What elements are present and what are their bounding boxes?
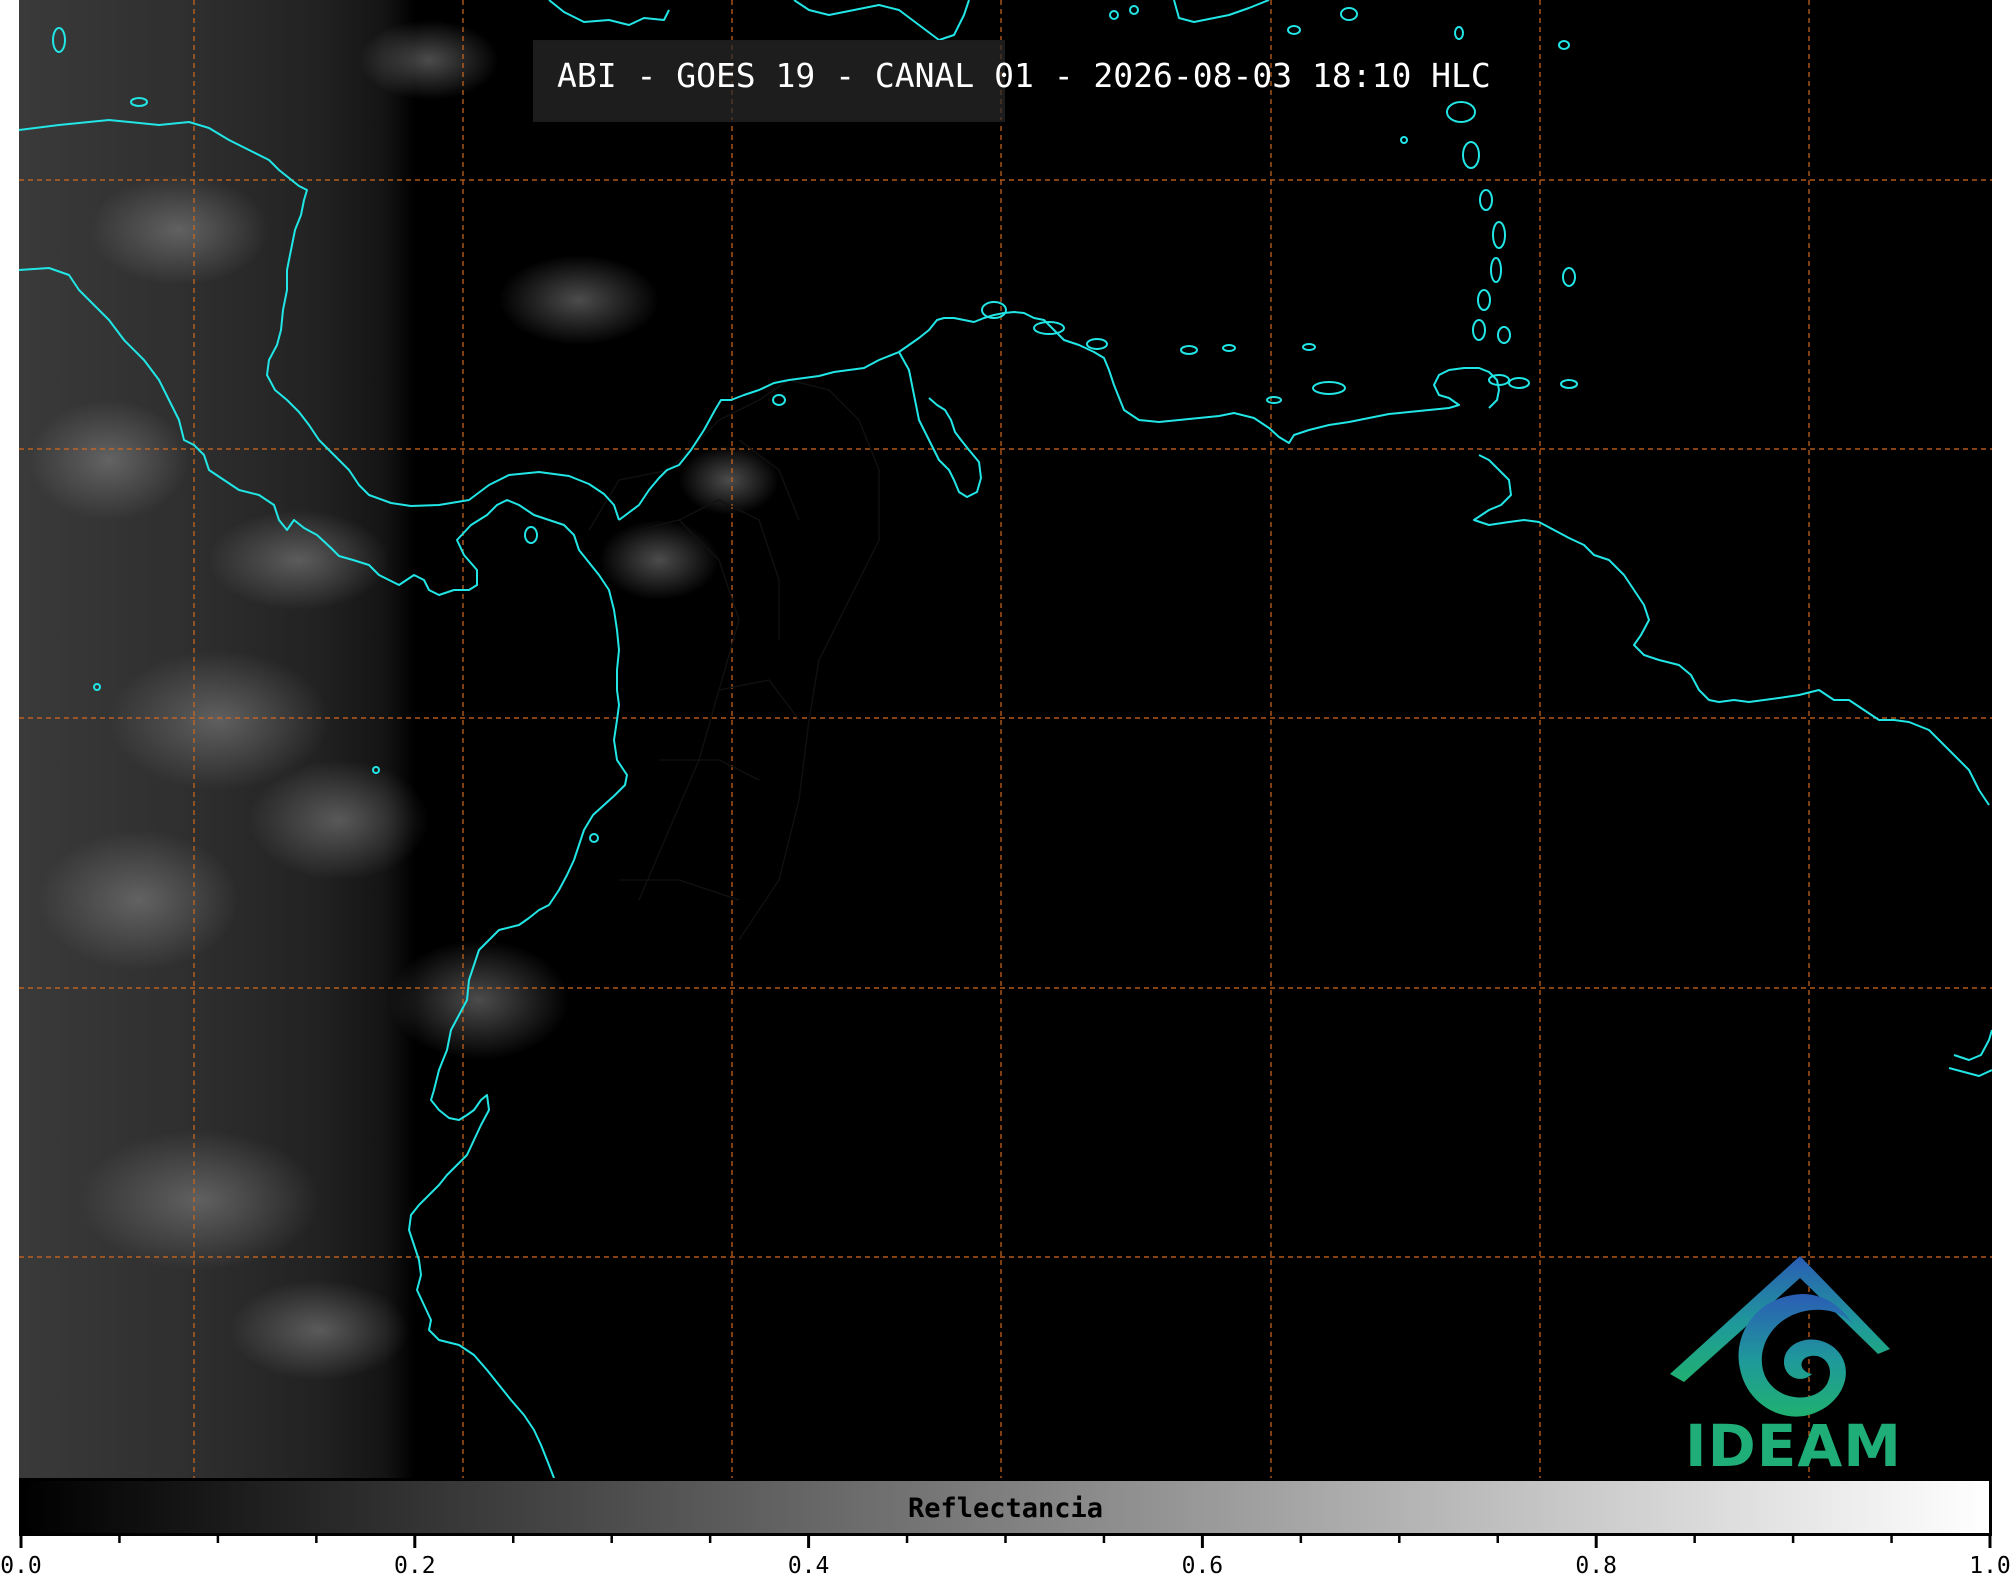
map-title: ABI - GOES 19 - CANAL 01 - 2026-08-03 18… [557,56,1491,95]
colorbar-tick-label: 1.0 [1969,1553,2011,1579]
colorbar-tick-label: 0.6 [1181,1553,1224,1579]
colorbar-tick-label: 0.4 [787,1553,830,1579]
colorbar-label: Reflectancia [907,1493,1104,1524]
colorbar-tick-label: 0.2 [394,1553,436,1579]
colorbar-ticks [19,1534,1992,1548]
colorbar-tick-label: 0.8 [1575,1553,1617,1579]
logo-text: IDEAM [1685,1412,1902,1480]
colorbar: Reflectancia [19,1478,1992,1536]
colorbar-tick-label: 0.0 [0,1553,42,1579]
